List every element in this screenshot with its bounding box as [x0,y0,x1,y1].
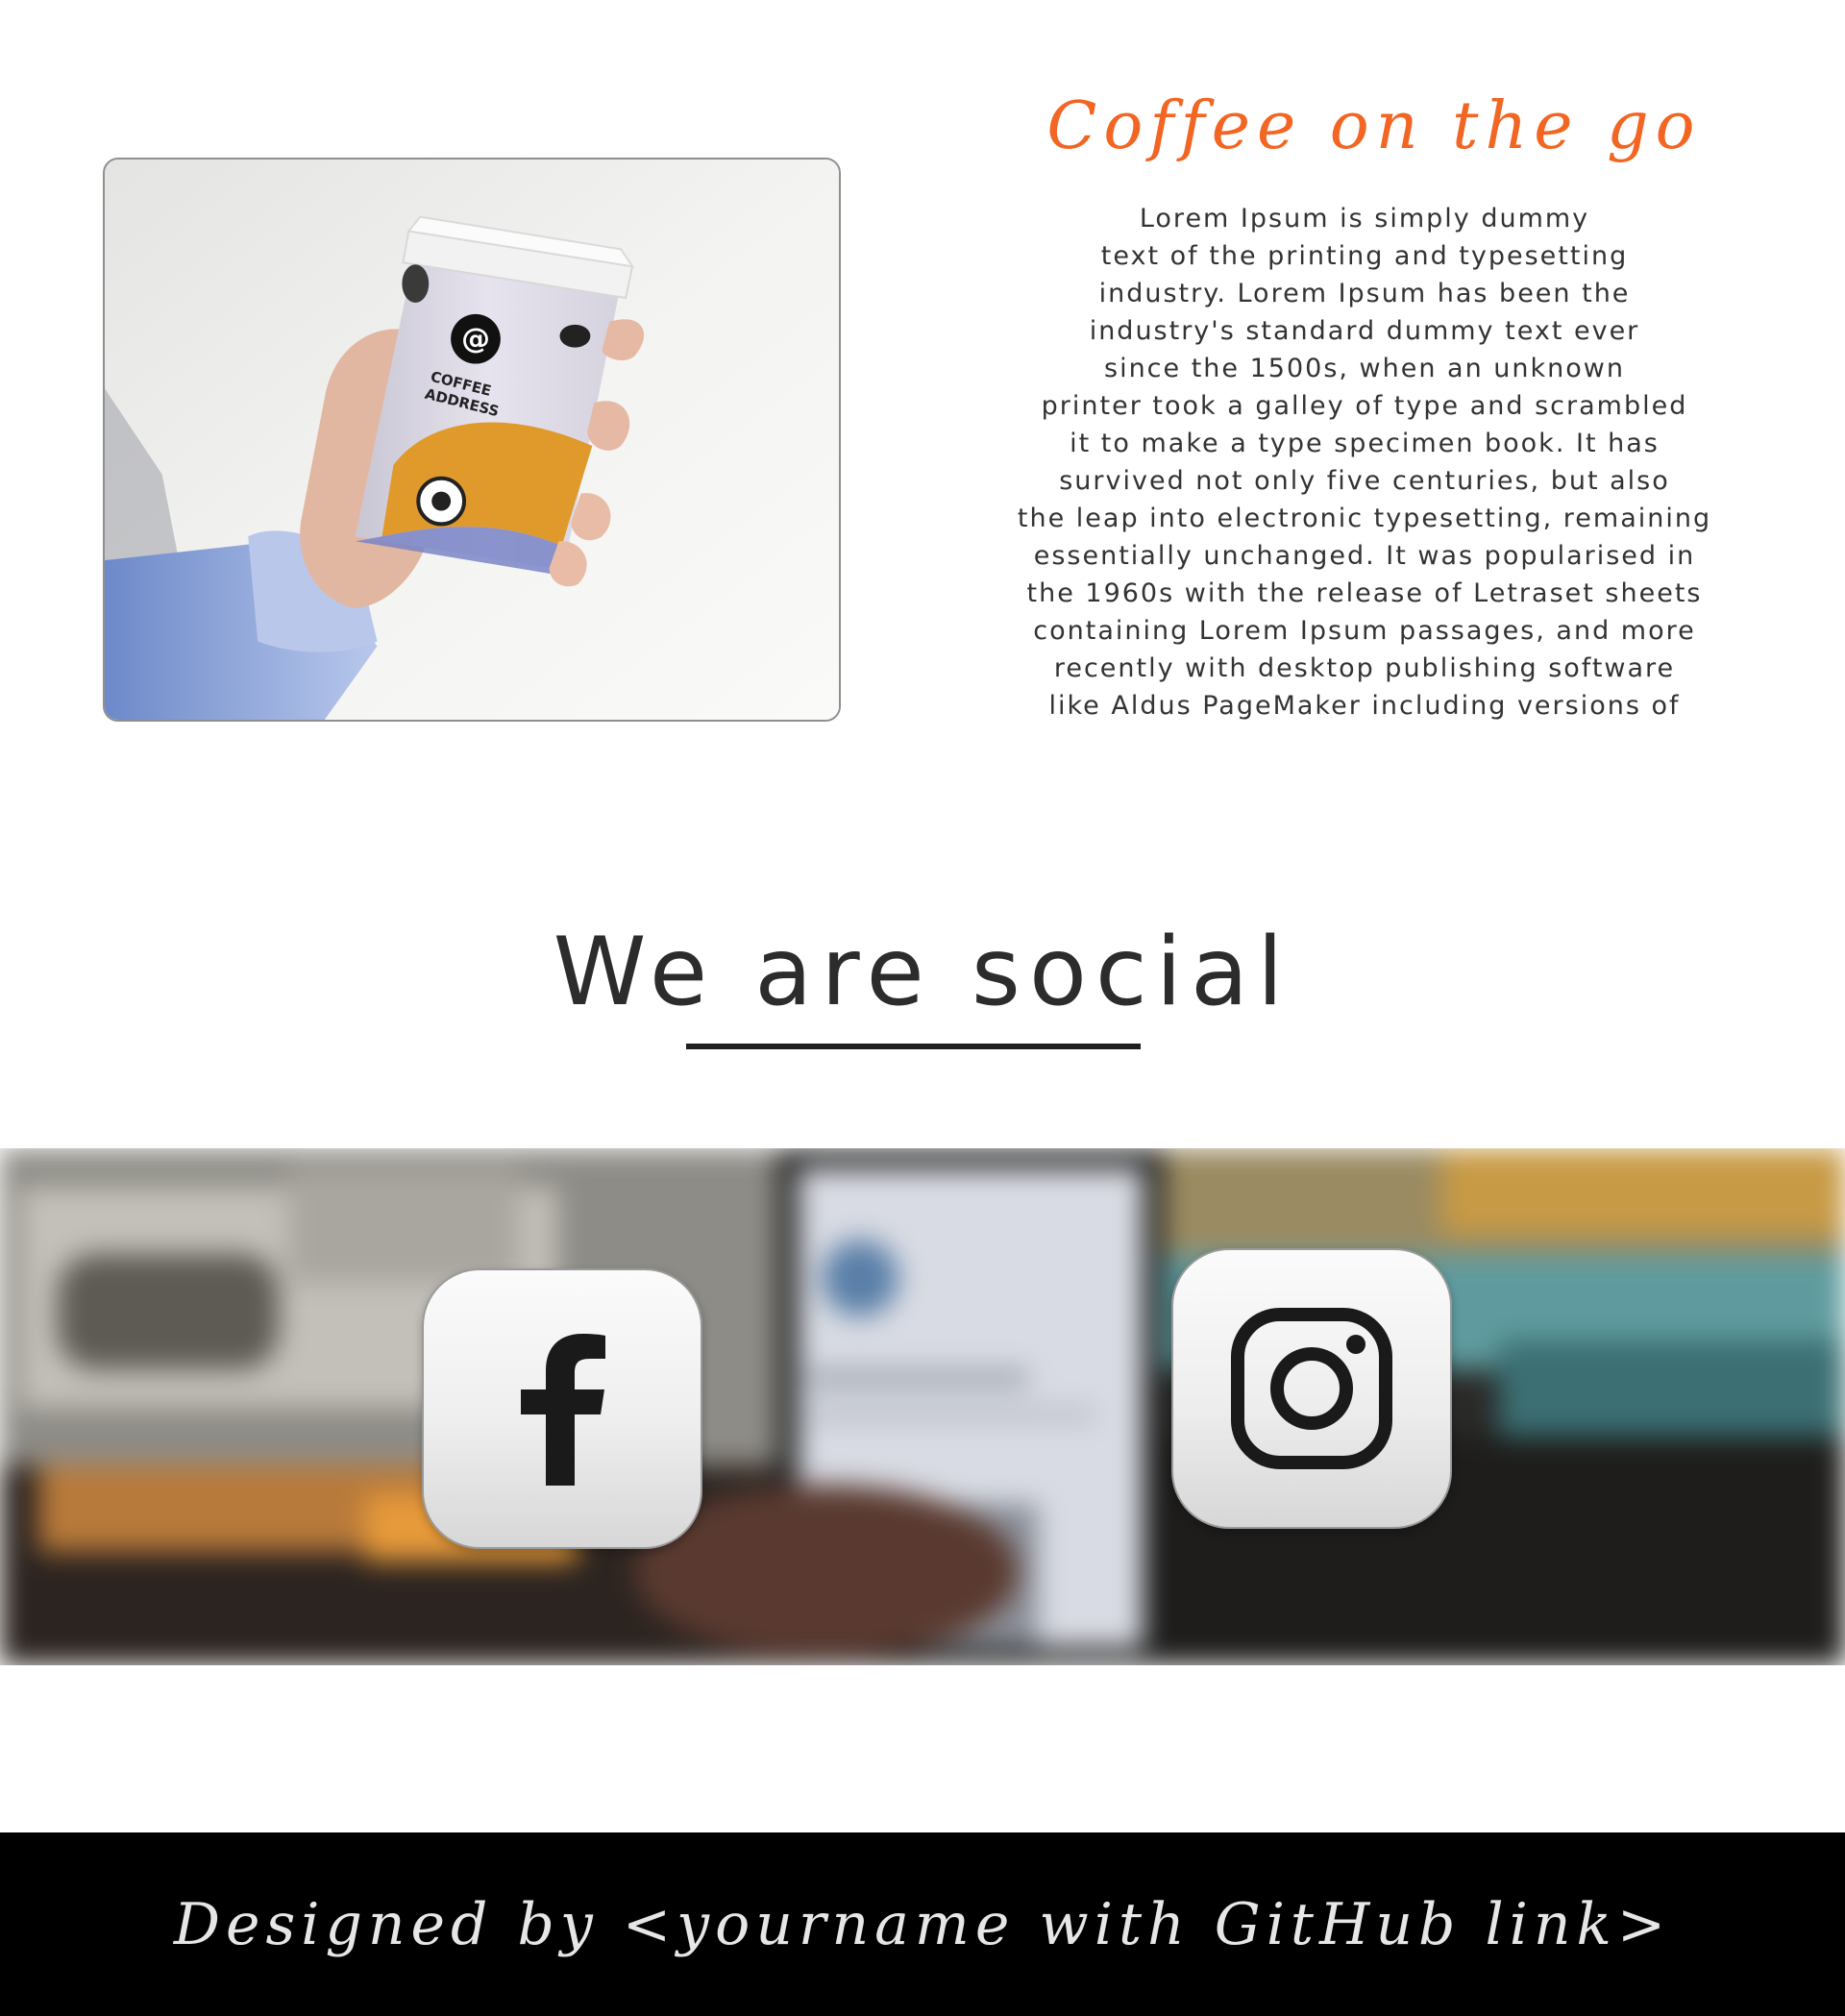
coffee-cup-illustration: @ COFFEE ADDRESS [105,160,839,720]
heading-underline [686,1044,1141,1049]
description-line: text of the printing and typesetting [1100,241,1629,271]
social-banner [0,1148,1845,1665]
facebook-icon [521,1334,605,1486]
instagram-icon [1231,1308,1392,1469]
description-line: industry's standard dummy text ever [1089,316,1640,346]
description-line: like Aldus PageMaker including versions … [1048,691,1681,721]
description-line: recently with desktop publishing softwar… [1053,653,1676,683]
description-line: the 1960s with the release of Letraset s… [1026,578,1703,608]
description-line: survived not only five centuries, but al… [1059,466,1670,496]
footer-credit-link[interactable]: Designed by <yourname with GitHub link> [174,1891,1671,1958]
social-heading: We are social [553,918,1292,1027]
description-line: industry. Lorem Ipsum has been the [1098,279,1631,308]
instagram-button[interactable] [1171,1248,1452,1529]
description-line: it to make a type specimen book. It has [1070,429,1660,458]
facebook-button[interactable] [422,1268,702,1549]
blurred-background-photo [0,1148,1845,1665]
description-line: the leap into electronic typesetting, re… [1017,504,1712,533]
description-line: containing Lorem Ipsum passages, and mor… [1033,616,1696,646]
coffee-photo: @ COFFEE ADDRESS [103,158,841,722]
coffee-description: Lorem Ipsum is simply dummy text of the … [999,200,1730,725]
description-line: since the 1500s, when an unknown [1104,354,1625,383]
coffee-title: Coffee on the go [1046,88,1702,164]
description-line: printer took a galley of type and scramb… [1041,391,1688,421]
svg-text:@: @ [461,323,490,356]
description-line: Lorem Ipsum is simply dummy [1139,204,1590,234]
footer: Designed by <yourname with GitHub link> [0,1832,1845,2016]
description-line: essentially unchanged. It was popularise… [1033,541,1696,571]
